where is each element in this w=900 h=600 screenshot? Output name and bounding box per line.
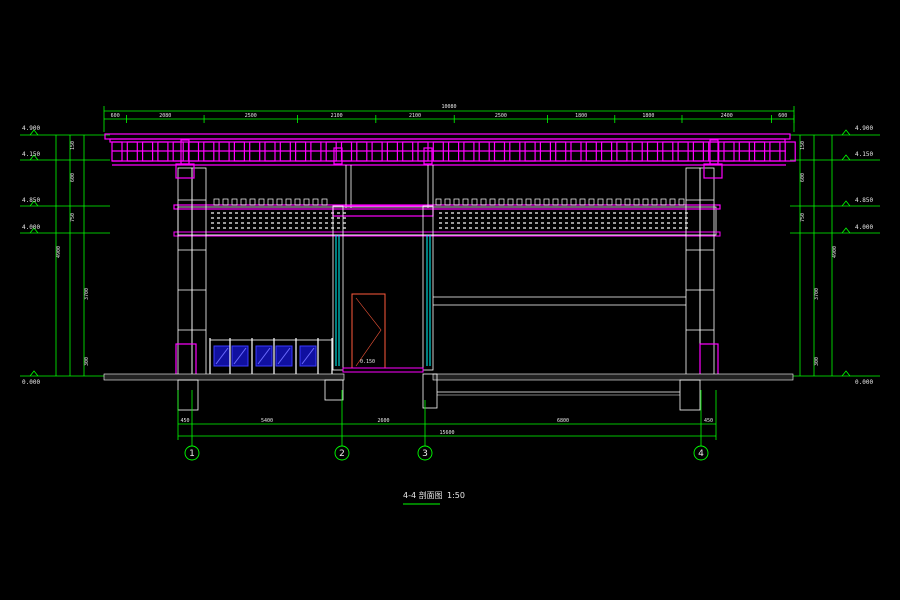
top-segment-2: 2080: [159, 113, 171, 119]
top-segment-10: 600: [778, 113, 787, 119]
caption-title: 4-4 剖面图: [403, 490, 443, 500]
top-segment-4: 2100: [331, 113, 343, 119]
vdim-right-b: 600: [800, 173, 806, 182]
right-bay-lines: [433, 296, 686, 306]
vdim-left-wall: 3700: [84, 288, 90, 300]
overall-top-dimension: 10080: [441, 104, 456, 110]
top-segment-9: 2400: [721, 113, 733, 119]
entry-portal: [332, 205, 434, 373]
frieze-band: [173, 198, 721, 237]
vdim-right-d: 300: [814, 357, 820, 366]
top-segment-7: 1800: [575, 113, 587, 119]
vdim-right-a: 150: [800, 141, 806, 150]
vdim-right-total: 4900: [832, 246, 838, 258]
column-caps: [175, 139, 723, 377]
axis-label-2: 2: [339, 449, 345, 459]
left-level-markers: 4.900 4.150 4.850 4.000 0.000 4900 3700 …: [20, 125, 110, 386]
vdim-left-total: 4900: [56, 246, 62, 258]
bottom-dimension-chain: [177, 390, 717, 446]
vdim-left-a: 150: [70, 141, 76, 150]
bottom-segment-5: 450: [704, 418, 713, 424]
bottom-segment-labels: 450 5400 2600 6800 450: [180, 418, 713, 424]
level-left-5: 0.000: [22, 379, 40, 386]
vdim-left-d: 300: [84, 357, 90, 366]
drawing-caption: 4-4 剖面图 1:50: [403, 490, 465, 505]
top-segment-labels: 600 2080 2500 2100 2100 2500 1800 1800 2400 600: [111, 113, 788, 119]
vdim-left-b: 600: [70, 173, 76, 182]
bottom-segment-4: 6800: [557, 418, 569, 424]
vdim-right-c: 750: [800, 213, 806, 222]
axis-bubbles: 1 2 3 4: [184, 445, 709, 461]
level-right-5: 0.000: [855, 379, 873, 386]
top-segment-1: 600: [111, 113, 120, 119]
vdim-right-wall: 3700: [814, 288, 820, 300]
level-right-1: 4.900: [855, 125, 873, 132]
bottom-segment-1: 450: [180, 418, 189, 424]
section-drawing: 10080 600 2080 2500 2100 2100 2500 1800 1800 240…: [20, 104, 880, 505]
right-level-markers: 4.900 4.150 4.850 4.000 0.000 4900 3700 …: [790, 125, 880, 386]
axis-label-1: 1: [189, 449, 195, 459]
top-segment-5: 2100: [409, 113, 421, 119]
top-segment-3: 2500: [245, 113, 257, 119]
level-left-4: 4.000: [22, 224, 40, 231]
step-level-label: 0.150: [360, 359, 375, 365]
level-right-2: 4.150: [855, 151, 873, 158]
top-segment-8: 1800: [642, 113, 654, 119]
level-right-3: 4.850: [855, 197, 873, 204]
caption-scale: 1:50: [447, 491, 465, 500]
axis-label-4: 4: [698, 449, 704, 459]
bottom-segment-3: 2600: [377, 418, 389, 424]
level-left-1: 4.900: [22, 125, 40, 132]
pergola-roof: [104, 133, 796, 166]
railing: [209, 338, 333, 377]
vdim-left-c: 750: [70, 213, 76, 222]
level-left-3: 4.850: [22, 197, 40, 204]
axis-label-3: 3: [422, 449, 428, 459]
level-left-2: 4.150: [22, 151, 40, 158]
bottom-segment-2: 5400: [261, 418, 273, 424]
overall-bottom-dimension: 15600: [439, 430, 454, 436]
top-segment-6: 2500: [495, 113, 507, 119]
level-right-4: 4.000: [855, 224, 873, 231]
ground-line: [103, 373, 794, 411]
